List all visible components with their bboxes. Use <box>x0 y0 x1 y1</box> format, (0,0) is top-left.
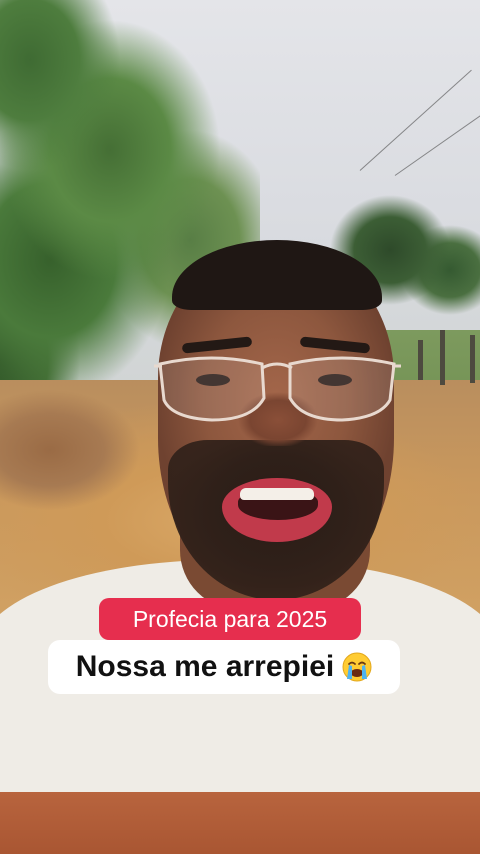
video-frame[interactable]: Profecia para 2025 Nossa me arrepiei <box>0 0 480 854</box>
glasses-icon <box>154 356 401 422</box>
fence-post <box>418 340 423 380</box>
loudly-crying-face-icon <box>342 652 372 682</box>
caption-bottom-text: Nossa me arrepiei <box>75 650 335 683</box>
fence-post <box>470 335 475 383</box>
teeth <box>240 488 314 500</box>
dirt-bank <box>0 390 160 520</box>
caption-top: Profecia para 2025 <box>99 598 361 640</box>
caption-bottom: Nossa me arrepiei <box>48 640 400 694</box>
shirt-stripe <box>0 792 480 854</box>
fence-post <box>440 330 445 385</box>
